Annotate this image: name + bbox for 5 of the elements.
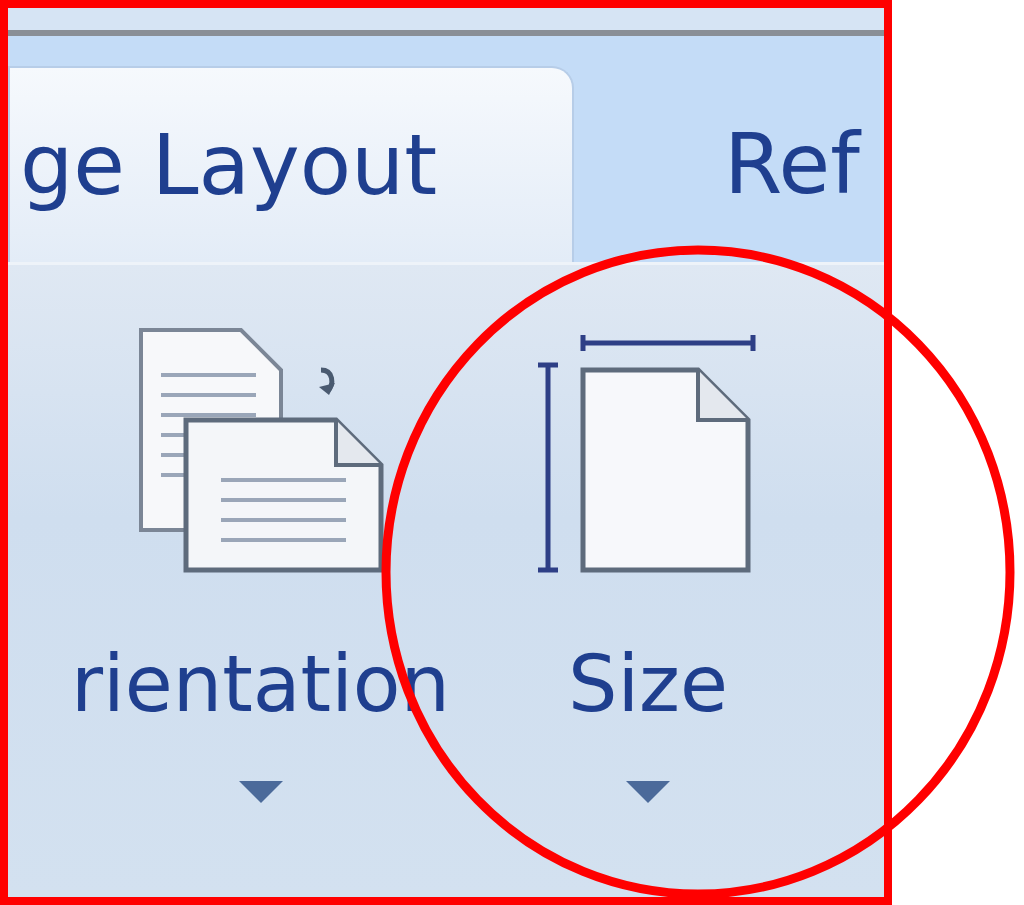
dropdown-caret-icon[interactable] <box>626 781 670 803</box>
ribbon-tab[interactable]: ge Layout <box>8 66 574 262</box>
button-label[interactable]: Size <box>567 645 729 723</box>
dropdown-caret-icon[interactable] <box>238 781 283 803</box>
ribbon-tab[interactable]: Ref <box>724 66 860 262</box>
